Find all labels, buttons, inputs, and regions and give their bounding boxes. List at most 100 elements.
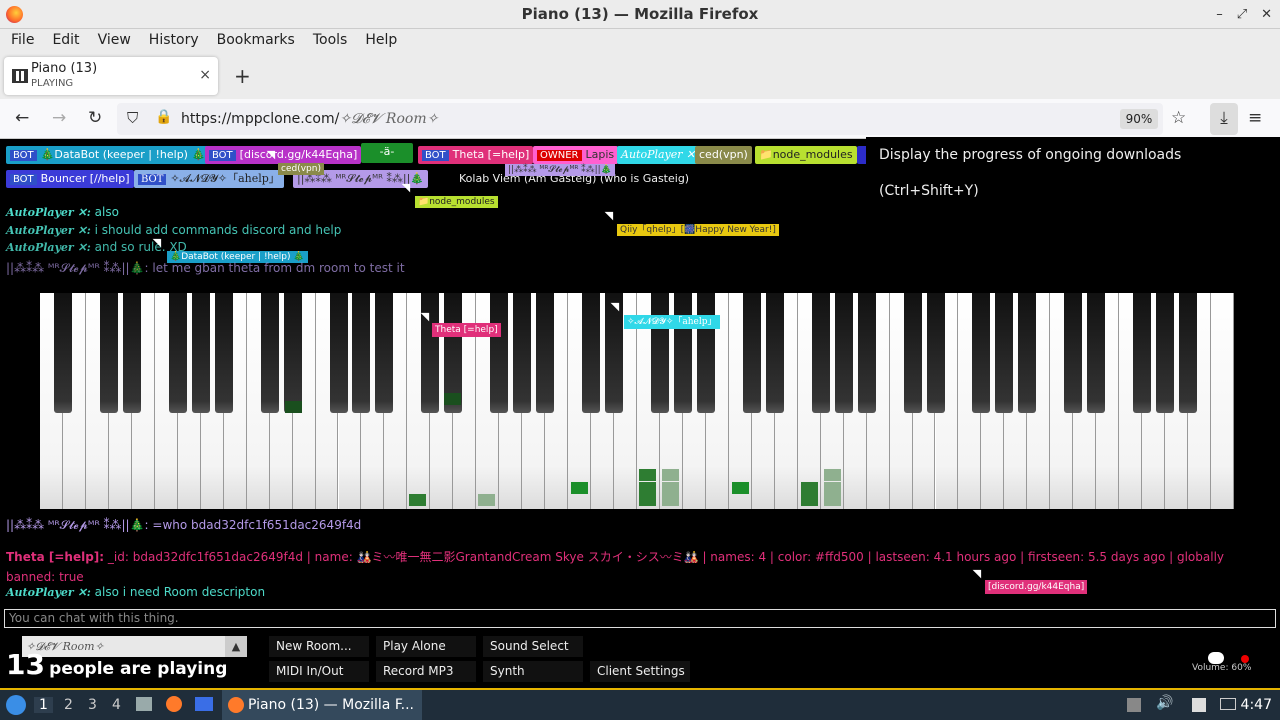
chat-message: AutoPlayer ✕: i should add commands disc… bbox=[6, 223, 342, 237]
user-theta[interactable]: BOT Theta [=help] bbox=[418, 146, 534, 164]
black-key[interactable] bbox=[283, 293, 302, 413]
workspace-1[interactable]: 1 bbox=[34, 697, 53, 713]
black-key[interactable] bbox=[903, 293, 922, 413]
black-key[interactable] bbox=[582, 293, 601, 413]
menu-bookmarks[interactable]: Bookmarks bbox=[208, 29, 304, 53]
tab-bar: Piano (13) PLAYING × + bbox=[0, 53, 1280, 99]
workspace-4[interactable]: 4 bbox=[112, 697, 121, 713]
user-node-modules[interactable]: 📁node_modules bbox=[755, 146, 857, 164]
taskbar-app-firefox[interactable]: Piano (13) — Mozilla F... bbox=[222, 690, 422, 720]
back-icon[interactable]: ← bbox=[15, 108, 29, 128]
user-databot[interactable]: BOT 🎄DataBot (keeper | !help) 🎄 bbox=[6, 146, 210, 164]
workspace-2[interactable]: 2 bbox=[64, 697, 73, 713]
play-alone-button[interactable]: Play Alone bbox=[376, 636, 476, 657]
black-key[interactable] bbox=[1179, 293, 1198, 413]
display-icon[interactable] bbox=[1220, 698, 1236, 710]
taskbar: 1 2 3 4 Piano (13) — Mozilla F... 🔊 4:47 bbox=[0, 688, 1280, 720]
black-key[interactable] bbox=[513, 293, 532, 413]
files-icon[interactable] bbox=[136, 697, 152, 711]
user-ced[interactable]: ced(vpn) bbox=[695, 146, 752, 164]
black-key[interactable] bbox=[926, 293, 945, 413]
black-key[interactable] bbox=[122, 293, 141, 413]
tab-close-icon[interactable]: × bbox=[199, 67, 211, 83]
user-lapis[interactable]: OWNER Lapis bbox=[533, 146, 619, 164]
black-key[interactable] bbox=[53, 293, 72, 413]
zoom-level[interactable]: 90% bbox=[1120, 109, 1158, 129]
workspace-3[interactable]: 3 bbox=[88, 697, 97, 713]
reload-icon[interactable]: ↻ bbox=[88, 108, 102, 128]
minimize-button[interactable]: – bbox=[1216, 0, 1223, 29]
notes-icon[interactable] bbox=[1192, 698, 1206, 712]
black-key[interactable] bbox=[972, 293, 991, 413]
dropdown-arrow-icon[interactable]: ▲ bbox=[225, 636, 247, 657]
terminal-icon[interactable] bbox=[195, 697, 213, 711]
start-menu-icon[interactable] bbox=[6, 695, 26, 715]
black-key[interactable] bbox=[490, 293, 509, 413]
tab-piano[interactable]: Piano (13) PLAYING × bbox=[4, 57, 218, 95]
url-bar[interactable]: ⛉ 🔒 https://mppclone.com/✧𝓓𝓔𝓥 Room✧ 90% … bbox=[117, 103, 1186, 135]
midi-button[interactable]: MIDI In/Out bbox=[269, 661, 369, 682]
synth-button[interactable]: Synth bbox=[483, 661, 583, 682]
black-key[interactable] bbox=[352, 293, 371, 413]
menu-view[interactable]: View bbox=[89, 29, 140, 53]
black-key[interactable] bbox=[834, 293, 853, 413]
black-key[interactable] bbox=[1018, 293, 1037, 413]
black-key[interactable] bbox=[375, 293, 394, 413]
black-key[interactable] bbox=[605, 293, 624, 413]
new-tab-button[interactable]: + bbox=[234, 64, 251, 88]
menu-file[interactable]: File bbox=[2, 29, 43, 53]
note-highlight bbox=[662, 482, 679, 494]
black-key[interactable] bbox=[742, 293, 761, 413]
shield-icon[interactable]: ⛉ bbox=[127, 109, 138, 127]
bookmark-star-icon[interactable]: ☆ bbox=[1171, 108, 1186, 128]
maximize-button[interactable]: ⤢ bbox=[1237, 0, 1247, 29]
black-key[interactable] bbox=[765, 293, 784, 413]
menu-hamburger-icon[interactable]: ≡ bbox=[1248, 108, 1262, 128]
firefox-launcher-icon[interactable] bbox=[166, 696, 182, 712]
clipboard-icon[interactable] bbox=[1127, 698, 1141, 712]
menu-edit[interactable]: Edit bbox=[43, 29, 88, 53]
menu-tools[interactable]: Tools bbox=[304, 29, 357, 53]
black-key[interactable] bbox=[1156, 293, 1175, 413]
note-highlight bbox=[662, 494, 679, 506]
menu-help[interactable]: Help bbox=[356, 29, 406, 53]
black-key[interactable] bbox=[1133, 293, 1152, 413]
client-settings-button[interactable]: Client Settings bbox=[590, 661, 690, 682]
black-key[interactable] bbox=[811, 293, 830, 413]
lock-icon[interactable]: 🔒 bbox=[155, 109, 172, 125]
black-key[interactable] bbox=[995, 293, 1014, 413]
black-key[interactable] bbox=[99, 293, 118, 413]
user-a[interactable]: -ä- bbox=[361, 143, 413, 163]
black-key[interactable] bbox=[650, 293, 669, 413]
url-text[interactable]: https://mppclone.com/✧𝓓𝓔𝓥 Room✧ bbox=[181, 111, 438, 127]
black-key[interactable] bbox=[168, 293, 187, 413]
black-key[interactable] bbox=[329, 293, 348, 413]
black-key[interactable] bbox=[673, 293, 692, 413]
black-key[interactable] bbox=[696, 293, 715, 413]
forward-icon[interactable]: → bbox=[52, 108, 66, 128]
chat-message: AutoPlayer ✕: also bbox=[6, 205, 119, 219]
record-mp3-button[interactable]: Record MP3 bbox=[376, 661, 476, 682]
white-key[interactable] bbox=[1211, 293, 1234, 509]
black-key[interactable] bbox=[214, 293, 233, 413]
downloads-icon[interactable]: ⤓ bbox=[1210, 103, 1238, 135]
recording-indicator-icon bbox=[1241, 655, 1249, 663]
black-key[interactable] bbox=[1064, 293, 1083, 413]
black-key[interactable] bbox=[857, 293, 876, 413]
black-key[interactable] bbox=[1087, 293, 1106, 413]
black-key[interactable] bbox=[260, 293, 279, 413]
speaker-icon[interactable]: 🔊 bbox=[1156, 695, 1173, 711]
user-bouncer[interactable]: BOT Bouncer [//help] bbox=[6, 170, 134, 188]
close-button[interactable]: ✕ bbox=[1261, 0, 1272, 29]
user-autoplayer[interactable]: AutoPlayer ✕ bbox=[617, 146, 700, 164]
user-discord-bot[interactable]: BOT [discord.gg/k44Eqha] bbox=[205, 146, 362, 164]
black-key[interactable] bbox=[191, 293, 210, 413]
note-highlight bbox=[639, 482, 656, 494]
sound-select-button[interactable]: Sound Select bbox=[483, 636, 583, 657]
menu-history[interactable]: History bbox=[140, 29, 208, 53]
tab-title: Piano (13) bbox=[31, 61, 98, 76]
new-room-button[interactable]: New Room... bbox=[269, 636, 369, 657]
user-andy[interactable]: BOT ✧𝓐𝓝𝓓𝓨✧「ahelp」 bbox=[134, 170, 284, 188]
chat-input[interactable]: You can chat with this thing. bbox=[4, 609, 1276, 628]
black-key[interactable] bbox=[536, 293, 555, 413]
